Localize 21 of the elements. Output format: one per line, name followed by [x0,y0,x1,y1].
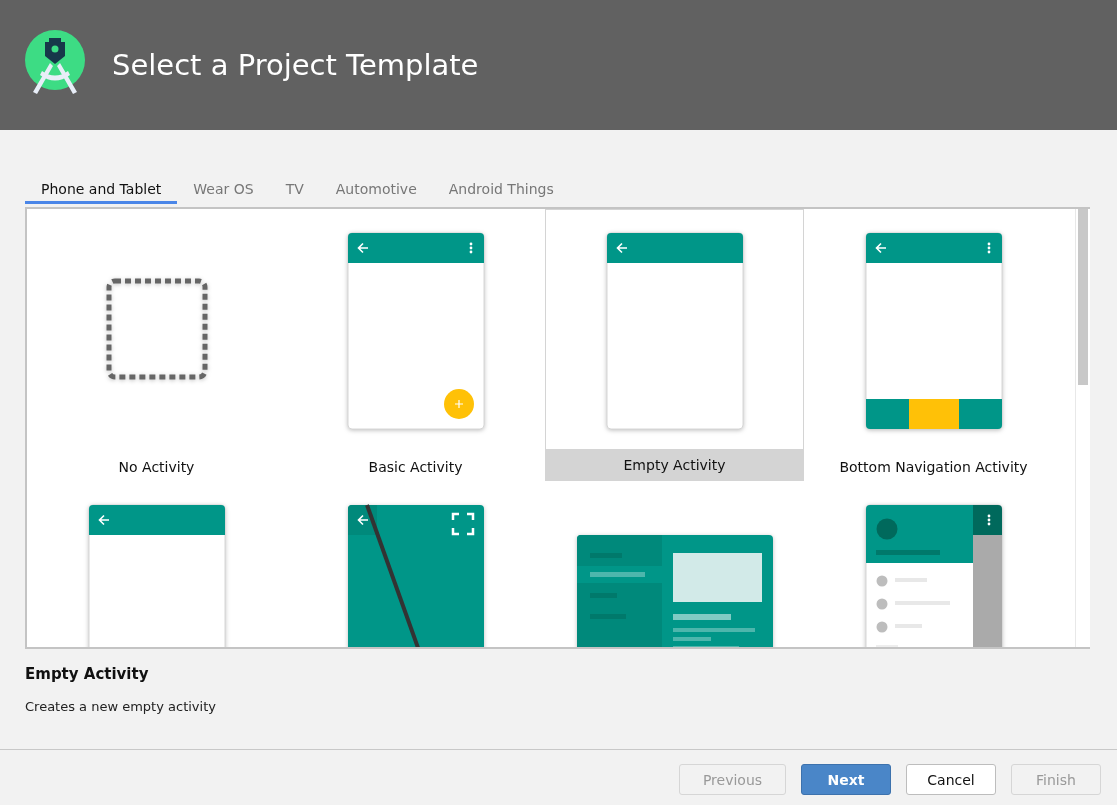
tab[interactable]: Phone and Tablet [25,168,178,204]
tab[interactable]: Wear OS [177,168,270,204]
template-card[interactable]: Empty Activity [545,209,804,481]
tab[interactable]: TV [269,168,320,204]
dialog-button[interactable]: Cancel [906,764,996,795]
template-label: Basic Activity [368,457,463,475]
template-label: Bottom Navigation Activity [839,457,1028,475]
tab[interactable]: Automotive [319,168,433,204]
template-label: No Activity [118,457,195,475]
scrollbar[interactable] [1075,209,1090,647]
template-card[interactable]: No Activity [27,209,286,481]
template-title: Empty Activity [25,665,150,683]
template-description: Creates a new empty activity [25,699,217,714]
template-label: Empty Activity [623,456,726,473]
tab[interactable]: Android Things [432,168,570,204]
dialog-button[interactable]: Next [801,764,891,795]
template-card[interactable]: Bottom Navigation Activity [804,209,1063,481]
template-card[interactable]: Basic Activity [286,209,545,481]
android-studio-logo-icon [24,30,86,96]
scrollbar-thumb[interactable] [1078,209,1088,385]
dialog-title: Select a Project Template [112,48,479,82]
